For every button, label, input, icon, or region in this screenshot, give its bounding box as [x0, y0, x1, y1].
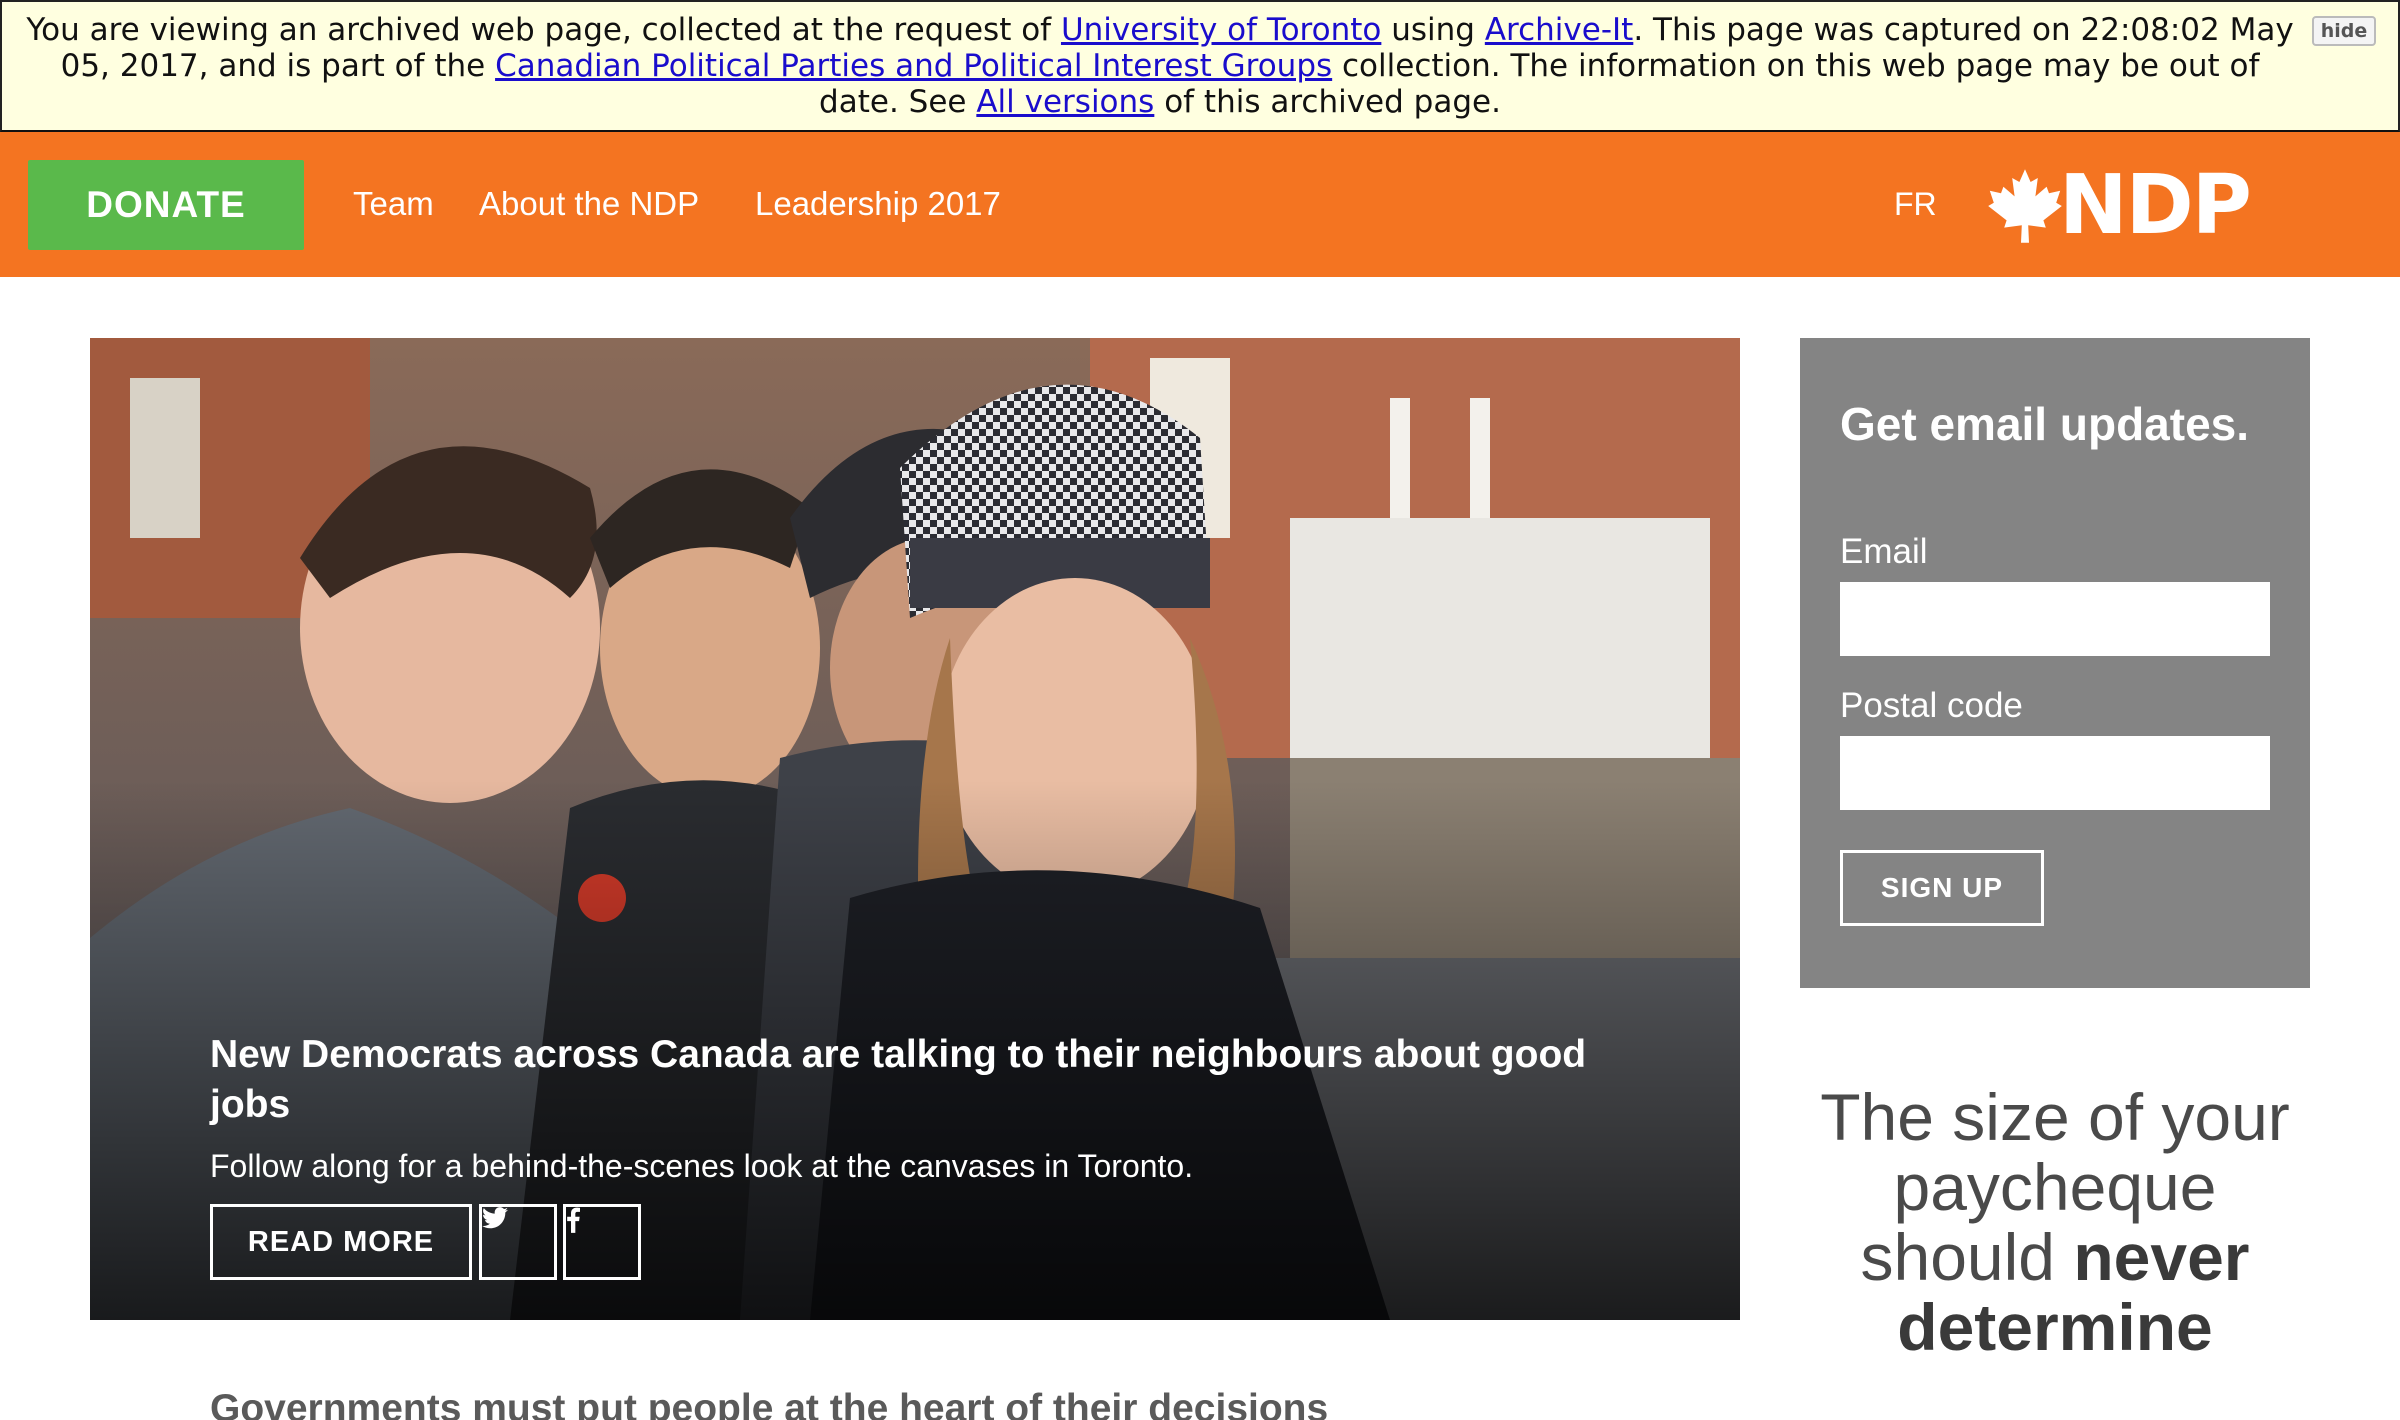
- language-toggle-fr[interactable]: FR: [1894, 184, 1937, 224]
- nav-link-about[interactable]: About the NDP: [479, 184, 699, 224]
- ndp-logo[interactable]: NDP: [1985, 158, 2252, 253]
- postal-code-field[interactable]: [1840, 736, 2270, 810]
- sign-up-button[interactable]: SIGN UP: [1840, 850, 2044, 926]
- archive-text-5: of this archived page.: [1164, 84, 1501, 120]
- donate-button[interactable]: DONATE: [28, 160, 304, 250]
- archive-banner: You are viewing an archived web page, co…: [0, 0, 2400, 132]
- twitter-icon: [482, 1207, 508, 1229]
- archive-text-1: You are viewing an archived web page, co…: [26, 12, 1052, 48]
- archive-collection-link[interactable]: Canadian Political Parties and Political…: [495, 48, 1332, 84]
- read-more-button[interactable]: READ MORE: [210, 1204, 472, 1280]
- email-label: Email: [1840, 532, 1928, 571]
- main-navbar: DONATE Team About the NDP Leadership 201…: [0, 132, 2400, 277]
- nav-link-team[interactable]: Team: [353, 184, 434, 224]
- archive-org-link[interactable]: University of Toronto: [1061, 12, 1381, 48]
- maple-leaf-icon: [1988, 169, 2062, 243]
- archive-text-2: using: [1391, 12, 1475, 48]
- postal-code-label: Postal code: [1840, 686, 2023, 725]
- hero-title[interactable]: New Democrats across Canada are talking …: [210, 1030, 1630, 1130]
- email-signup-form: Get email updates. Email Postal code SIG…: [1800, 338, 2310, 988]
- nav-link-leadership[interactable]: Leadership 2017: [755, 184, 1001, 224]
- twitter-share-button[interactable]: [479, 1204, 557, 1280]
- hide-banner-button[interactable]: hide: [2312, 16, 2376, 46]
- archive-versions-link[interactable]: All versions: [976, 84, 1154, 120]
- signup-title: Get email updates.: [1840, 398, 2250, 450]
- logo-text: NDP: [2059, 158, 2252, 253]
- hero-feature: New Democrats across Canada are talking …: [90, 338, 1740, 1320]
- facebook-share-button[interactable]: [563, 1204, 641, 1280]
- archive-it-link[interactable]: Archive-It: [1485, 12, 1633, 48]
- paycheque-quote: The size of your paycheque should never …: [1800, 1082, 2310, 1362]
- facebook-icon: [567, 1207, 580, 1233]
- article-heading: Governments must put people at the heart…: [210, 1387, 1329, 1420]
- hero-subtitle: Follow along for a behind-the-scenes loo…: [210, 1148, 1194, 1184]
- email-field[interactable]: [1840, 582, 2270, 656]
